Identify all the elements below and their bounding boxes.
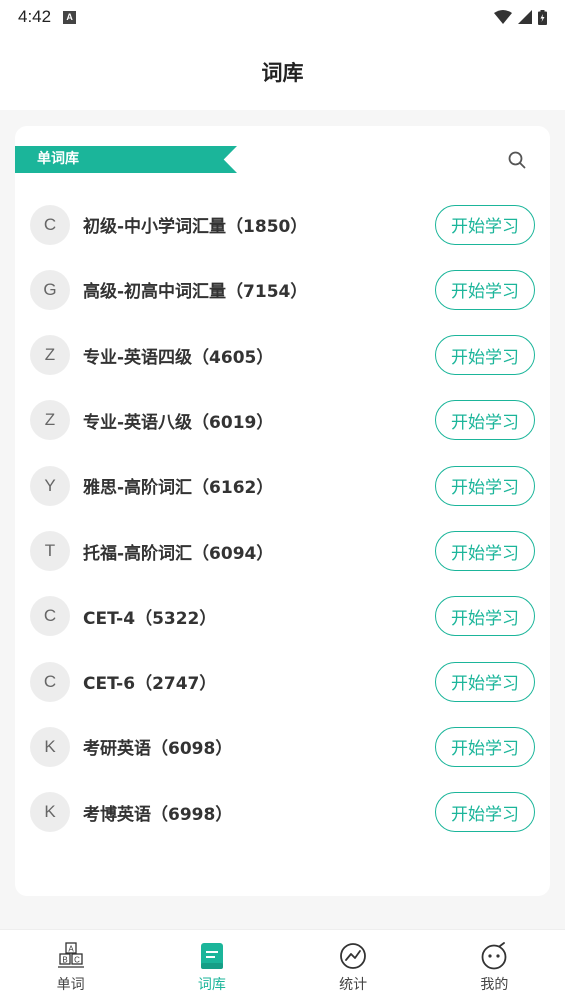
word-bank-title: 考博英语（6998） [83,804,233,825]
list-item[interactable]: Z 专业-英语八级（6019） 开始学习 [15,388,550,453]
svg-text:C: C [74,956,80,965]
start-learning-button[interactable]: 开始学习 [435,400,535,441]
word-bank-title: CET-4（5322） [83,608,217,629]
start-learning-button[interactable]: 开始学习 [435,269,535,310]
avatar: T [30,531,70,571]
start-learning-button[interactable]: 开始学习 [435,792,535,833]
avatar: G [30,269,70,310]
page-header: 词库 [0,34,565,110]
avatar: C [30,204,70,245]
list-item[interactable]: C CET-6（2747） 开始学习 [15,649,550,714]
list-item[interactable]: K 考研英语（6098） 开始学习 [15,714,550,779]
avatar: C [30,596,70,637]
list-item[interactable]: Y 雅思-高阶词汇（6162） 开始学习 [15,453,550,518]
tab-label: 我的 [480,977,509,993]
battery-icon [538,9,547,25]
signal-icon [518,10,532,24]
word-bank-title: 雅思-高阶词汇（6162） [83,478,274,499]
book-icon [200,943,223,969]
status-time: 4:42 [18,7,52,26]
list-item[interactable]: G 高级-初高中词汇量（7154） 开始学习 [15,257,550,322]
word-bank-title: 专业-英语四级（4605） [83,347,274,368]
tab-library[interactable]: 词库 [141,930,282,1004]
word-bank-title: CET-6（2747） [83,674,217,695]
avatar: Z [30,400,70,441]
start-learning-button[interactable]: 开始学习 [435,465,535,506]
avatar: K [30,726,70,767]
list-item[interactable]: Z 专业-英语四级（4605） 开始学习 [15,323,550,388]
chart-icon [340,943,367,969]
start-learning-button[interactable]: 开始学习 [435,204,535,245]
tab-label: 单词 [56,977,85,993]
page-title: 词库 [261,61,304,85]
status-left: 4:42 A [18,7,77,27]
avatar: Z [30,335,70,376]
start-learning-button[interactable]: 开始学习 [435,531,535,571]
tab-label: 词库 [197,977,226,993]
search-icon[interactable] [507,150,527,170]
word-bank-title: 高级-初高中词汇量（7154） [83,282,308,303]
bottom-tab-bar: A B C 单词 词库 统计 我的 [0,929,565,1004]
tab-stats[interactable]: 统计 [283,930,424,1004]
list-item[interactable]: C 初级-中小学词汇量（1850） 开始学习 [15,192,550,257]
word-bank-card: 单词库 C 初级-中小学词汇量（1850） 开始学习 G 高级-初高中词汇量（7154）… [15,126,550,896]
word-bank-title: 考研英语（6098） [83,739,233,760]
avatar: C [30,661,70,702]
svg-text:B: B [62,956,67,965]
avatar: Y [30,465,70,506]
tab-label: 统计 [339,977,368,993]
list-item[interactable]: T 托福-高阶词汇（6094） 开始学习 [15,519,550,584]
abc-blocks-icon: A B C [57,942,84,968]
notification-a-icon: A [63,10,77,24]
section-label: 单词库 [15,146,237,173]
start-learning-button[interactable]: 开始学习 [435,726,535,767]
tab-profile[interactable]: 我的 [424,930,565,1004]
start-learning-button[interactable]: 开始学习 [435,596,535,637]
tab-words[interactable]: A B C 单词 [0,930,141,1004]
status-right [494,9,547,25]
wifi-icon [494,10,512,24]
list-item[interactable]: C CET-4（5322） 开始学习 [15,584,550,649]
svg-text:A: A [68,945,74,954]
face-icon [481,942,507,970]
word-bank-title: 专业-英语八级（6019） [83,412,274,433]
avatar: K [30,792,70,833]
start-learning-button[interactable]: 开始学习 [435,661,535,702]
word-bank-title: 托福-高阶词汇（6094） [83,543,274,564]
start-learning-button[interactable]: 开始学习 [435,335,535,376]
word-bank-title: 初级-中小学词汇量（1850） [83,217,308,237]
list-item[interactable]: K 考博英语（6998） 开始学习 [15,780,550,845]
status-bar: 4:42 A [0,0,565,34]
